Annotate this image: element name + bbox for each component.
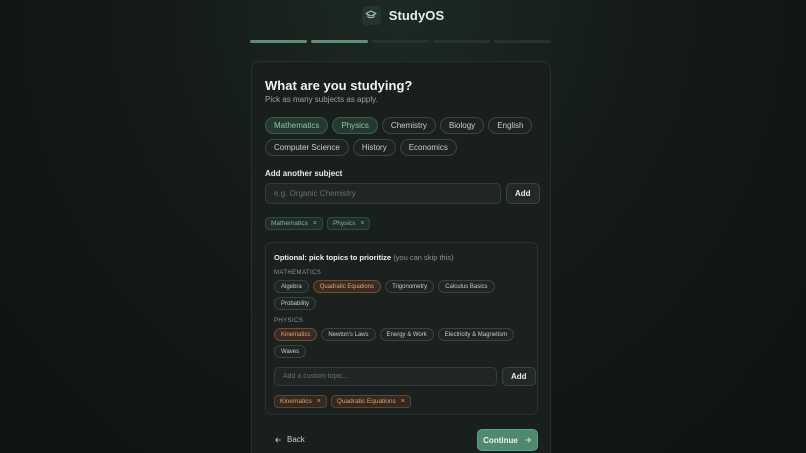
subject-chip-row: Mathematics Physics Chemistry Biology Englis…: [265, 117, 533, 134]
remove-tag-icon[interactable]: ×: [313, 220, 317, 227]
subject-chip-english[interactable]: English: [488, 117, 533, 134]
step-progress-bar: [250, 40, 551, 43]
topic-tag-kinematics: Kinematics ×: [274, 395, 327, 408]
add-subject-button[interactable]: Add: [506, 183, 540, 204]
optional-topics-title: Optional: pick topics to prioritize (you…: [274, 253, 454, 262]
arrow-left-icon: [275, 437, 281, 442]
subject-chip-computer-science[interactable]: Computer Science: [265, 139, 349, 156]
selected-topics: Kinematics × Quadratic Equations ×: [274, 395, 411, 408]
optional-topics-heading: Optional: pick topics to prioritize: [274, 253, 392, 262]
topic-group-label-physics: PHYSICS: [274, 318, 304, 324]
subject-chip-physics[interactable]: Physics: [332, 117, 378, 134]
subject-chip-economics[interactable]: Economics: [399, 139, 457, 156]
optional-topics-panel: Optional: pick topics to prioritize (you…: [265, 242, 538, 415]
tag-label: Quadratic Equations: [336, 398, 396, 405]
topic-chip-electricity-and-magnetism[interactable]: Electricity & Magnetism: [437, 328, 515, 341]
arrow-right-icon: [525, 437, 531, 443]
remove-tag-icon[interactable]: ×: [401, 398, 405, 405]
subject-tag-physics: Physics ×: [326, 217, 371, 230]
topic-group-label-mathematics: MATHEMATICS: [274, 270, 322, 276]
topic-list-physics: Kinematics Newton's Laws Energy & Work Elec…: [274, 328, 532, 358]
subject-picker-card: What are you studying? Pick as many subj…: [251, 61, 551, 453]
progress-step: [250, 40, 307, 43]
topic-chip-calculus-basics[interactable]: Calculus Basics: [438, 280, 495, 293]
add-topic-button[interactable]: Add: [502, 367, 536, 386]
tag-label: Mathematics: [271, 220, 308, 227]
back-label: Back: [287, 435, 305, 444]
topic-chip-newton-s-laws[interactable]: Newton's Laws: [321, 328, 376, 341]
custom-topic-input[interactable]: [274, 367, 497, 386]
topic-chip-energy-and-work[interactable]: Energy & Work: [379, 328, 434, 341]
progress-step: [372, 40, 429, 43]
remove-tag-icon[interactable]: ×: [317, 398, 321, 405]
page-title: What are you studying?: [265, 78, 413, 93]
continue-label: Continue: [483, 435, 518, 445]
progress-step: [494, 40, 551, 43]
topic-list-mathematics: Algebra Quadratic Equations Trigonometry Ca…: [274, 280, 532, 310]
subject-chip-biology[interactable]: Biology: [439, 117, 485, 134]
graduation-cap-icon: [361, 5, 381, 25]
continue-button[interactable]: Continue: [477, 429, 538, 451]
page-subtitle: Pick as many subjects as apply.: [265, 95, 378, 104]
topic-chip-algebra[interactable]: Algebra: [274, 280, 309, 293]
subject-tag-mathematics: Mathematics ×: [265, 217, 323, 230]
topic-chip-probability[interactable]: Probability: [274, 297, 317, 310]
tag-label: Kinematics: [280, 398, 312, 405]
app-title: StudyOS: [388, 7, 445, 23]
subject-chip-row: Computer Science History Economics: [265, 139, 457, 156]
selected-subjects: Mathematics × Physics ×: [265, 217, 371, 230]
subject-chip-chemistry[interactable]: Chemistry: [381, 117, 436, 134]
topic-tag-quadratic-equations: Quadratic Equations ×: [330, 395, 411, 408]
subject-chip-history[interactable]: History: [352, 139, 396, 156]
back-button[interactable]: Back: [274, 435, 305, 444]
add-subject-input[interactable]: [265, 183, 501, 204]
tag-label: Physics: [332, 220, 356, 227]
subject-chip-mathematics[interactable]: Mathematics: [265, 117, 329, 134]
progress-step: [433, 40, 490, 43]
topic-chip-waves[interactable]: Waves: [274, 345, 307, 358]
topic-chip-kinematics[interactable]: Kinematics: [274, 328, 318, 341]
topic-chip-quadratic-equations[interactable]: Quadratic Equations: [312, 280, 382, 293]
optional-topics-hint: (you can skip this): [393, 253, 454, 262]
remove-tag-icon[interactable]: ×: [360, 220, 364, 227]
progress-step: [311, 40, 368, 43]
add-subject-label: Add another subject: [265, 169, 343, 178]
app-header: StudyOS: [0, 4, 806, 26]
topic-chip-trigonometry[interactable]: Trigonometry: [385, 280, 435, 293]
